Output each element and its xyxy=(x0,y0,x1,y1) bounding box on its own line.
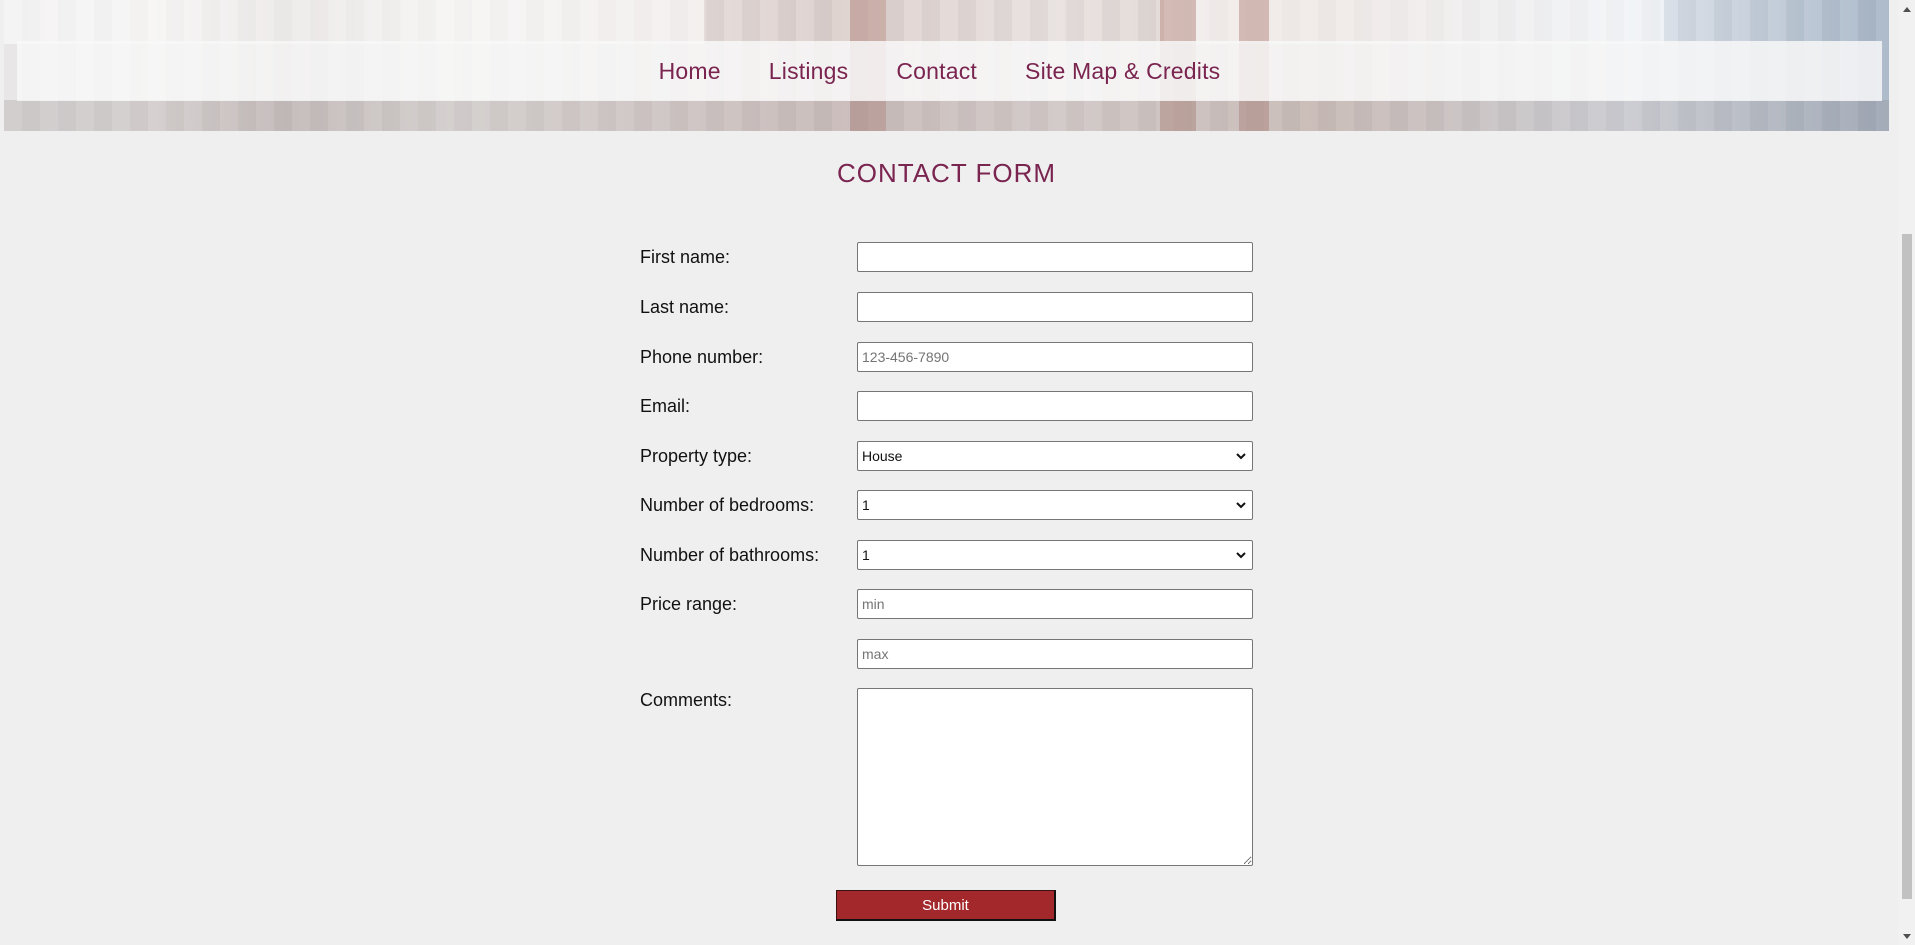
form-row-price-max xyxy=(640,639,1253,669)
submit-button[interactable]: Submit xyxy=(836,890,1056,921)
price-range-label: Price range: xyxy=(640,593,738,614)
scroll-up-arrow[interactable] xyxy=(1898,0,1915,17)
nav-link-site-map-credits[interactable]: Site Map & Credits xyxy=(1025,58,1220,85)
form-row-price-min: Price range: xyxy=(640,589,1253,619)
first-name-label: First name: xyxy=(640,246,731,267)
hero-decoration xyxy=(4,100,1889,131)
nav-link-home[interactable]: Home xyxy=(659,58,721,85)
bedrooms-label: Number of bedrooms: xyxy=(640,494,815,515)
scroll-down-arrow[interactable] xyxy=(1898,928,1915,945)
bathrooms-select[interactable]: 1 xyxy=(857,540,1253,570)
property-type-label: Property type: xyxy=(640,445,753,466)
phone-number-input[interactable] xyxy=(857,342,1253,372)
property-type-selected-value[interactable]: House xyxy=(857,441,1253,471)
first-name-input[interactable] xyxy=(857,242,1253,272)
scrollbar-thumb[interactable] xyxy=(1902,234,1912,899)
form-row-last-name: Last name: xyxy=(640,292,1253,322)
form-row-comments: Comments: xyxy=(640,688,1253,866)
price-min-input[interactable] xyxy=(857,589,1253,619)
main-navigation: Home Listings Contact Site Map & Credits xyxy=(17,41,1882,101)
nav-link-listings[interactable]: Listings xyxy=(769,58,849,85)
email-label: Email: xyxy=(640,395,691,416)
bedrooms-select[interactable]: 1 xyxy=(857,490,1253,520)
last-name-input[interactable] xyxy=(857,292,1253,322)
chevron-down-icon xyxy=(1236,552,1246,559)
nav-links: Home Listings Contact Site Map & Credits xyxy=(635,58,1245,85)
page-title: CONTACT FORM xyxy=(836,158,1057,188)
form-row-bedrooms: Number of bedrooms: 1 xyxy=(640,490,1253,520)
bathrooms-label: Number of bathrooms: xyxy=(640,544,820,565)
comments-textarea[interactable] xyxy=(857,688,1253,866)
nav-link-contact[interactable]: Contact xyxy=(896,58,977,85)
property-type-select[interactable]: House xyxy=(857,441,1253,471)
chevron-down-icon xyxy=(1236,453,1246,460)
form-row-bathrooms: Number of bathrooms: 1 xyxy=(640,540,1253,570)
bathrooms-selected-value[interactable]: 1 xyxy=(857,540,1253,570)
triangle-down-icon xyxy=(1902,933,1911,939)
email-input[interactable] xyxy=(857,391,1253,421)
form-row-property-type: Property type: House xyxy=(640,441,1253,471)
form-row-first-name: First name: xyxy=(640,242,1253,272)
chevron-down-icon xyxy=(1236,502,1246,509)
triangle-up-icon xyxy=(1902,6,1911,12)
form-row-phone: Phone number: xyxy=(640,342,1253,372)
comments-label: Comments: xyxy=(640,690,733,710)
form-row-email: Email: xyxy=(640,391,1253,421)
bedrooms-selected-value[interactable]: 1 xyxy=(857,490,1253,520)
hero-decoration xyxy=(4,0,704,44)
last-name-label: Last name: xyxy=(640,296,730,317)
phone-number-label: Phone number: xyxy=(640,346,764,367)
header-hero-image: Home Listings Contact Site Map & Credits xyxy=(4,0,1889,131)
vertical-scrollbar[interactable] xyxy=(1898,0,1915,945)
price-max-input[interactable] xyxy=(857,639,1253,669)
